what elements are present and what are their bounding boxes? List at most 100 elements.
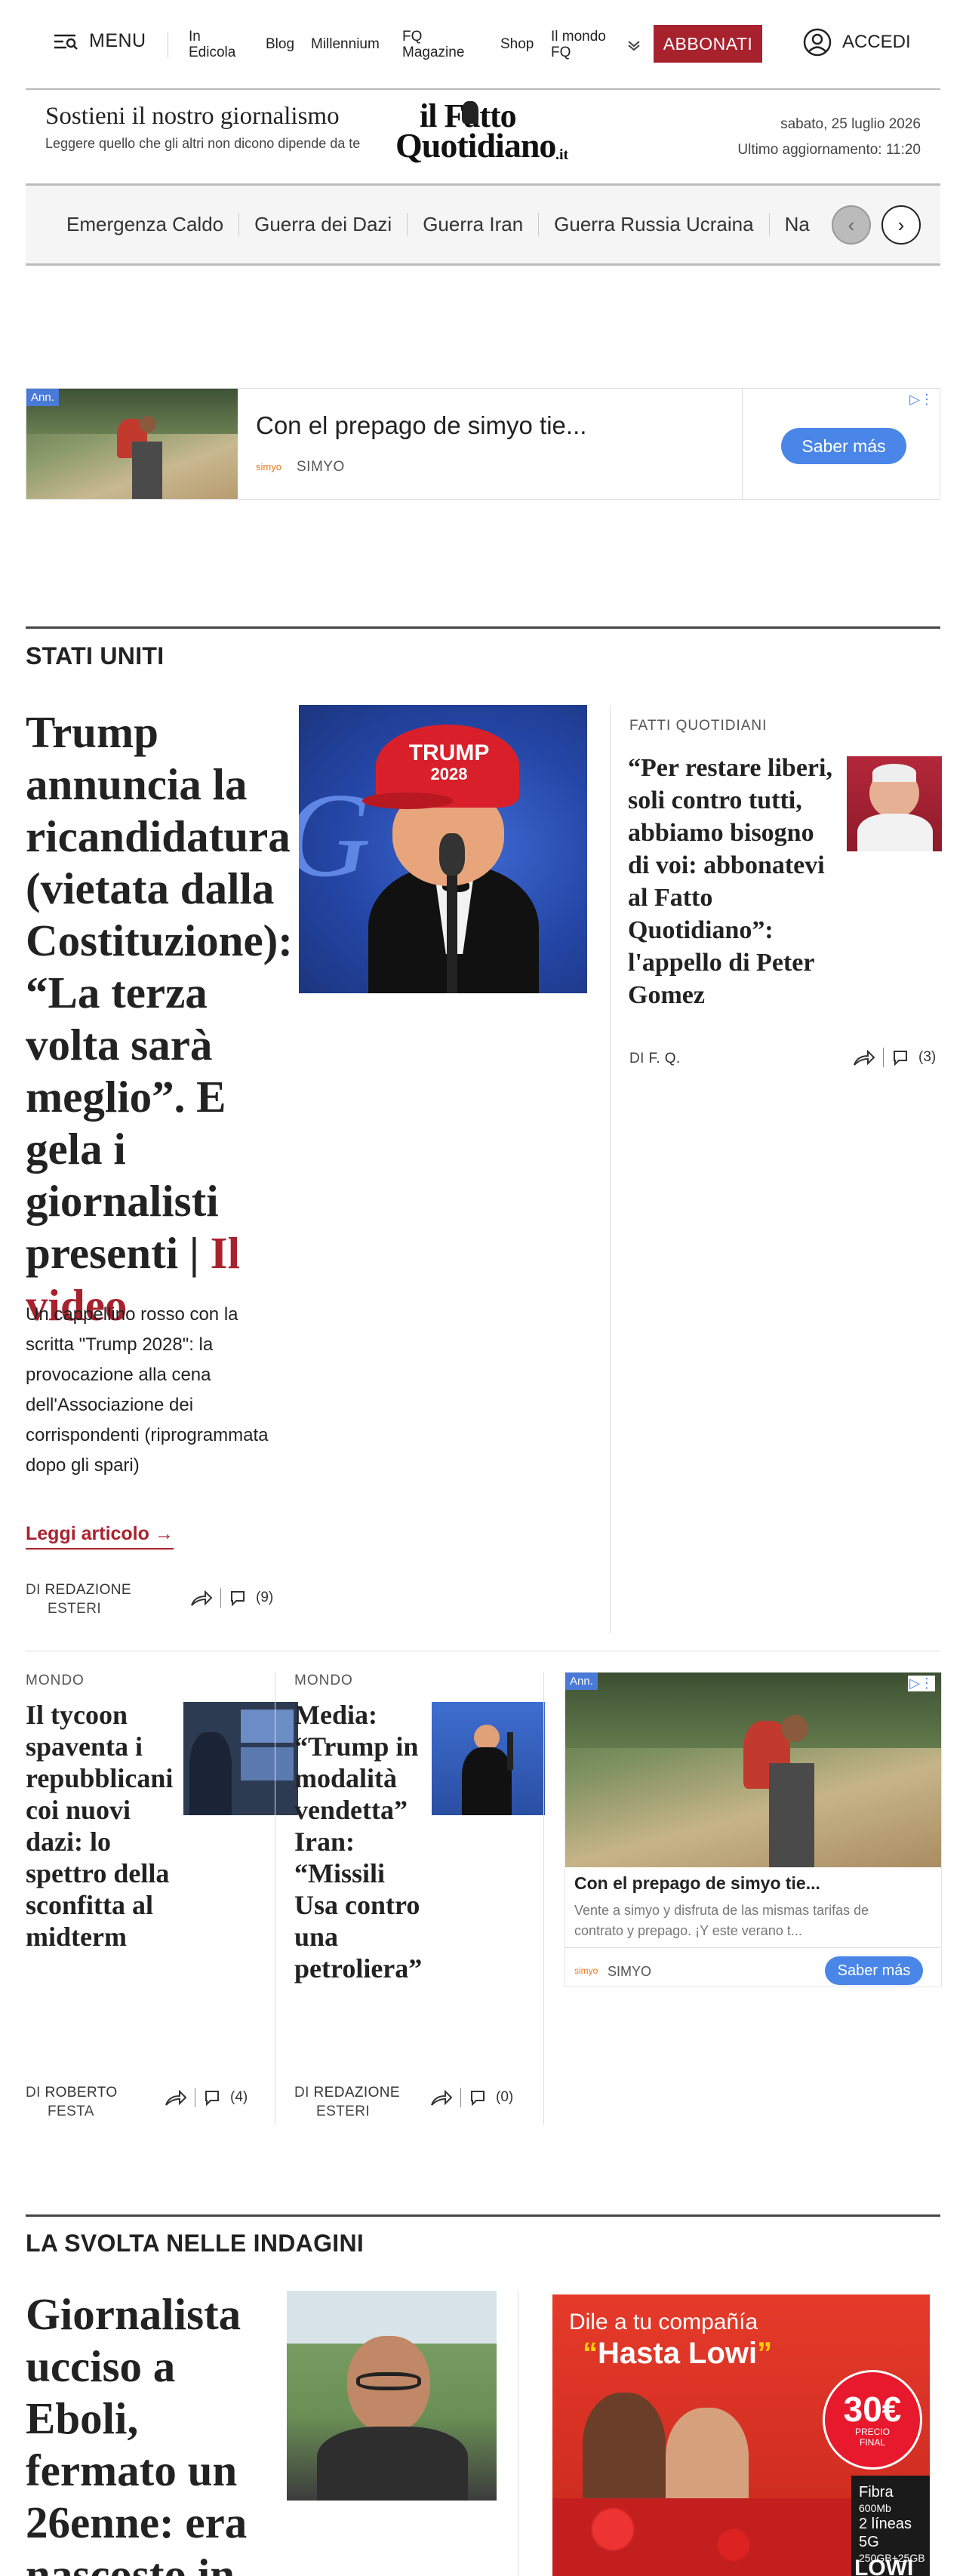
lead-actions: (9)	[190, 1588, 273, 1608]
share-icon[interactable]	[165, 2088, 187, 2107]
lowi-ad[interactable]: Dile a tu compañía “Hasta Lowi” 30€ PREC…	[552, 2294, 930, 2576]
menu-button[interactable]: MENU	[53, 30, 146, 52]
byline-prefix: DI	[26, 1582, 41, 1598]
chevron-right-icon: ›	[897, 213, 905, 236]
ad-box-text: Vente a simyo y disfruta de las mismas t…	[574, 1903, 869, 1938]
author-line1[interactable]: REDAZIONE	[45, 1582, 131, 1598]
comments-icon[interactable]	[203, 2088, 223, 2107]
ad-brand-logo: simyo	[256, 461, 281, 472]
topics-prev-button[interactable]: ‹	[832, 205, 871, 245]
glasses	[356, 2372, 421, 2390]
topic-guerra-dei-dazi[interactable]: Guerra dei Dazi	[239, 213, 408, 236]
side-byline: DI F. Q.	[629, 1049, 681, 1068]
login-button[interactable]: ACCEDI	[803, 28, 911, 57]
subscribe-button[interactable]: ABBONATI	[654, 25, 762, 63]
microphone-head	[439, 833, 465, 876]
ad-title[interactable]: Con el prepago de simyo tie...	[256, 411, 586, 440]
share-icon[interactable]	[853, 1048, 875, 1066]
ad-banner[interactable]: Ann. Con el prepago de simyo tie... simy…	[26, 388, 940, 500]
side-article-title[interactable]: “Per restare liberi, soli contro tutti, …	[628, 752, 836, 1011]
author-line2[interactable]: FESTA	[26, 2104, 94, 2119]
lowi-ad-line2-text: Hasta Lowi	[598, 2337, 758, 2370]
byline-prefix: DI	[294, 2085, 309, 2101]
side-article-image[interactable]	[847, 756, 942, 851]
support-title[interactable]: Sostieni il nostro giornalismo	[45, 103, 340, 131]
comments-icon[interactable]	[469, 2088, 488, 2107]
lowi-price-sub2: FINAL	[859, 2437, 885, 2448]
ad-box[interactable]: Ann. ▷⋮ Con el prepago de simyo tie... V…	[565, 1672, 942, 1987]
logo-suffix: .it	[555, 146, 569, 163]
share-icon[interactable]	[190, 1589, 213, 1607]
author-line1[interactable]: REDAZIONE	[314, 2085, 400, 2101]
lead-article-image[interactable]: G TRUMP 2028	[299, 705, 587, 993]
side-kicker[interactable]: FATTI QUOTIDIANI	[629, 718, 767, 734]
section-divider	[26, 626, 940, 629]
lowi-panel-line3: 2 líneas 5G	[859, 2516, 912, 2550]
lowi-price: 30€	[843, 2390, 902, 2429]
author[interactable]: F. Q.	[649, 1051, 681, 1066]
shirt	[857, 814, 933, 851]
lead-article-title[interactable]: Trump annuncia la ricandidatura (vietata…	[26, 706, 293, 1331]
ad-box-cta-button[interactable]: Saber más	[825, 1956, 923, 1985]
topic-guerra-iran[interactable]: Guerra Iran	[408, 213, 540, 236]
topics-bar: Emergenza Caldo Guerra dei Dazi Guerra I…	[26, 186, 940, 266]
comments-count[interactable]: (4)	[230, 2089, 248, 2106]
lowi-panel-line1: Fibra	[859, 2484, 894, 2501]
author-line2[interactable]: ESTERI	[26, 1601, 101, 1617]
card1-kicker[interactable]: MONDO	[26, 1673, 85, 1689]
monitor	[241, 1710, 294, 1743]
topic-guerra-russia-ucraina[interactable]: Guerra Russia Ucraina	[539, 213, 770, 236]
nav-link-in-edicola[interactable]: In Edicola	[189, 29, 249, 60]
ad-divider	[742, 389, 743, 499]
card1-image[interactable]	[183, 1702, 298, 1815]
section2-lead-image[interactable]	[287, 2291, 497, 2501]
share-icon[interactable]	[430, 2088, 453, 2107]
section2-lead-title[interactable]: Giornalista ucciso a Eboli, fermato un 2…	[26, 2288, 252, 2576]
site-logo[interactable]: il Fatto Quotidiano .it	[392, 97, 574, 176]
column-divider	[610, 705, 611, 1633]
ad-image: Ann.	[26, 389, 238, 499]
current-date: sabato, 25 luglio 2026	[780, 116, 921, 132]
card1-title[interactable]: Il tycoon spaventa i repubblicani coi nu…	[26, 1699, 174, 1953]
hair	[872, 764, 916, 782]
comments-icon[interactable]	[229, 1589, 248, 1607]
section-title-stati-uniti[interactable]: STATI UNITI	[26, 642, 164, 670]
lowi-brand: LOWI	[854, 2556, 914, 2576]
ad-choices-icon[interactable]: ▷⋮	[909, 392, 934, 408]
byline-prefix: DI	[629, 1051, 645, 1066]
nav-link-il-mondo-fq[interactable]: Il mondo FQ	[551, 29, 619, 60]
nav-link-shop[interactable]: Shop	[500, 36, 534, 52]
author-line2[interactable]: ESTERI	[294, 2104, 370, 2119]
comments-count[interactable]: (0)	[496, 2089, 513, 2106]
comments-count[interactable]: (3)	[918, 1049, 936, 1066]
ad-box-image: Ann. ▷⋮	[565, 1673, 941, 1867]
user-icon	[803, 28, 832, 57]
card1-byline: DI ROBERTO FESTA	[26, 2083, 118, 2121]
nav-link-millennium[interactable]: Millennium	[311, 36, 380, 52]
cap-brim	[362, 792, 453, 809]
lead-title-text: Trump annuncia la ricandidatura (vietata…	[26, 707, 293, 1278]
card2-image[interactable]	[432, 1702, 545, 1815]
byline-prefix: DI	[26, 2085, 41, 2101]
person	[583, 2393, 666, 2506]
ad-cta-button[interactable]: Saber más	[781, 428, 906, 464]
chevron-down-icon[interactable]	[626, 38, 641, 53]
card2-title[interactable]: Media: “Trump in modalità vendetta” Iran…	[294, 1699, 424, 1984]
login-label: ACCEDI	[842, 32, 911, 52]
topic-emergenza-caldo[interactable]: Emergenza Caldo	[66, 213, 240, 236]
section-divider	[26, 2214, 940, 2217]
side-actions: (3)	[853, 1048, 936, 1067]
nav-link-fq-magazine[interactable]: FQ Magazine	[402, 29, 478, 60]
ad-box-title[interactable]: Con el prepago de simyo tie...	[574, 1873, 820, 1894]
ad-choices-icon[interactable]: ▷⋮	[908, 1676, 935, 1691]
nav-link-blog[interactable]: Blog	[266, 36, 294, 52]
section-title-svolta[interactable]: LA SVOLTA NELLE INDAGINI	[26, 2230, 364, 2257]
read-article-link[interactable]: Leggi articolo →	[26, 1523, 174, 1550]
comments-count[interactable]: (9)	[256, 1590, 273, 1606]
card2-actions: (0)	[430, 2088, 513, 2107]
card2-kicker[interactable]: MONDO	[294, 1673, 353, 1689]
ad-box-divider	[565, 1947, 941, 1948]
comments-icon[interactable]	[891, 1048, 911, 1066]
author-line1[interactable]: ROBERTO	[45, 2085, 118, 2101]
topics-next-button[interactable]: ›	[881, 205, 921, 245]
